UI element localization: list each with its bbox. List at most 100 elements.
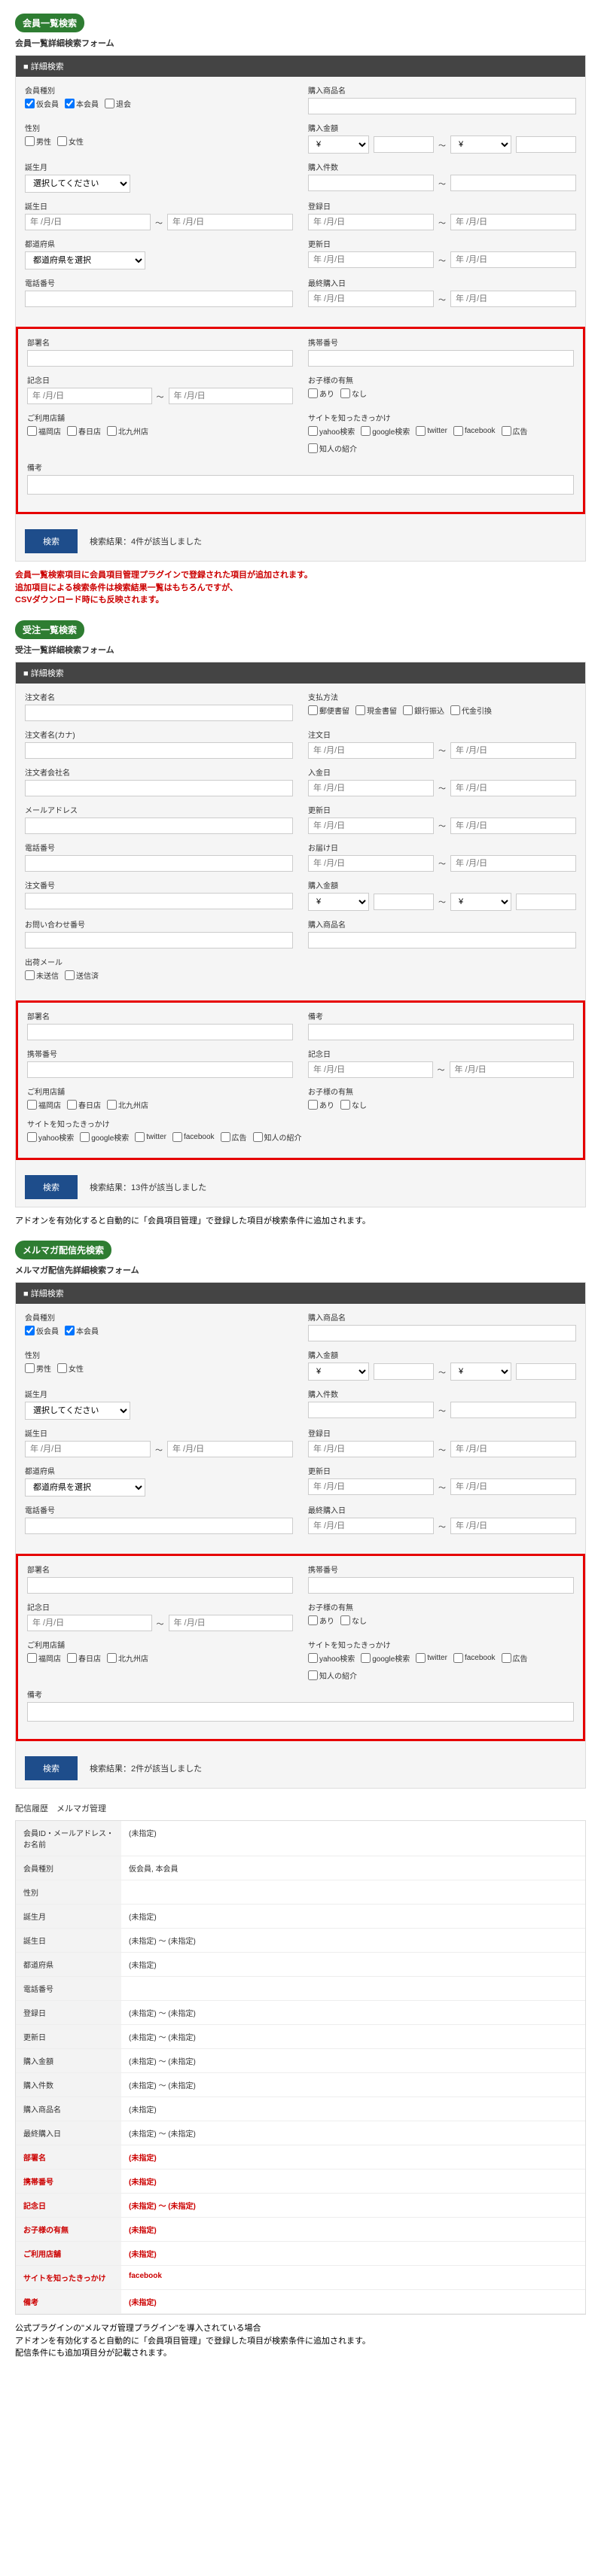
check-store-2[interactable]: 北九州店 (107, 1652, 148, 1664)
check-store-0[interactable]: 福岡店 (27, 425, 61, 437)
amount-currency-from[interactable]: ¥ (308, 135, 369, 154)
check-trigger-5[interactable]: 知人の紹介 (308, 443, 357, 454)
product-name-input[interactable] (308, 932, 576, 948)
remarks-input[interactable] (308, 1024, 574, 1040)
phone-input[interactable] (25, 291, 293, 307)
check-pay-1[interactable]: 現金書留 (355, 705, 397, 716)
check-trigger-3[interactable]: facebook (172, 1132, 215, 1142)
phone-input[interactable] (25, 855, 293, 872)
orderer-company-input[interactable] (25, 780, 293, 796)
check-store-0[interactable]: 福岡店 (27, 1099, 61, 1110)
update-to-input[interactable] (450, 818, 576, 834)
check-full-member[interactable]: 本会員 (65, 98, 99, 109)
shipdate-from-input[interactable] (308, 855, 434, 872)
register-to-input[interactable] (450, 1441, 576, 1457)
check-pay-0[interactable]: 郵便書留 (308, 705, 349, 716)
inquiry-no-input[interactable] (25, 932, 293, 948)
amount-from-input[interactable] (374, 136, 435, 153)
update-from-input[interactable] (308, 818, 434, 834)
phone-input[interactable] (25, 1518, 293, 1534)
update-from-input[interactable] (308, 251, 434, 268)
check-sent[interactable]: 送信済 (65, 970, 99, 981)
mobile-input[interactable] (27, 1061, 293, 1078)
check-pay-2[interactable]: 銀行振込 (403, 705, 444, 716)
check-store-1[interactable]: 春日店 (67, 425, 101, 437)
orderer-kana-input[interactable] (25, 742, 293, 759)
amount-from-input[interactable] (374, 1363, 435, 1380)
check-trigger-1[interactable]: google検索 (361, 425, 410, 437)
anniv-to-input[interactable] (450, 1061, 575, 1078)
search-button[interactable]: 検索 (25, 1175, 78, 1199)
prefecture-select[interactable]: 都道府県を選択 (25, 1478, 145, 1497)
check-children-no[interactable]: なし (340, 1615, 367, 1626)
count-from-input[interactable] (308, 175, 434, 191)
check-female[interactable]: 女性 (57, 1363, 84, 1374)
birth-month-select[interactable]: 選択してください (25, 1402, 130, 1420)
register-from-input[interactable] (308, 214, 434, 230)
check-trigger-2[interactable]: twitter (135, 1132, 166, 1142)
update-from-input[interactable] (308, 1478, 434, 1495)
product-name-input[interactable] (308, 98, 576, 114)
check-female[interactable]: 女性 (57, 135, 84, 147)
orderdate-from-input[interactable] (308, 742, 434, 759)
update-to-input[interactable] (450, 251, 576, 268)
update-to-input[interactable] (450, 1478, 576, 1495)
lastpurchase-to-input[interactable] (450, 1518, 576, 1534)
amount-to-input[interactable] (516, 1363, 577, 1380)
check-trigger-3[interactable]: facebook (453, 1653, 496, 1663)
check-trigger-1[interactable]: google検索 (80, 1131, 129, 1143)
check-store-1[interactable]: 春日店 (67, 1652, 101, 1664)
birthday-to-input[interactable] (167, 1441, 293, 1457)
birthday-to-input[interactable] (167, 214, 293, 230)
birth-month-select[interactable]: 選択してください (25, 175, 130, 193)
paydate-from-input[interactable] (308, 780, 434, 796)
check-pay-3[interactable]: 代金引換 (450, 705, 492, 716)
check-trigger-2[interactable]: twitter (416, 426, 447, 436)
check-children-no[interactable]: なし (340, 388, 367, 399)
birthday-from-input[interactable] (25, 1441, 151, 1457)
anniv-from-input[interactable] (27, 388, 152, 404)
check-trigger-3[interactable]: facebook (453, 426, 496, 436)
check-trigger-2[interactable]: twitter (416, 1653, 447, 1663)
paydate-to-input[interactable] (450, 780, 576, 796)
check-trigger-5[interactable]: 知人の紹介 (308, 1670, 357, 1681)
remarks-input[interactable] (27, 1702, 574, 1722)
amount-currency-from[interactable]: ¥ (308, 1363, 369, 1381)
check-trigger-4[interactable]: 広告 (502, 1652, 528, 1664)
shipdate-to-input[interactable] (450, 855, 576, 872)
department-input[interactable] (27, 1577, 293, 1594)
order-no-input[interactable] (25, 893, 293, 909)
amount-to-input[interactable] (516, 136, 577, 153)
amount-currency-from[interactable]: ¥ (308, 893, 369, 911)
email-input[interactable] (25, 818, 293, 834)
check-trigger-1[interactable]: google検索 (361, 1652, 410, 1664)
search-button[interactable]: 検索 (25, 1756, 78, 1780)
check-children-yes[interactable]: あり (308, 1615, 334, 1626)
anniv-from-input[interactable] (27, 1615, 152, 1631)
check-children-no[interactable]: なし (340, 1099, 367, 1110)
register-to-input[interactable] (450, 214, 576, 230)
product-name-input[interactable] (308, 1325, 576, 1341)
check-trigger-5[interactable]: 知人の紹介 (253, 1131, 302, 1143)
check-store-2[interactable]: 北九州店 (107, 425, 148, 437)
count-to-input[interactable] (450, 1402, 576, 1418)
mobile-input[interactable] (308, 350, 574, 367)
count-to-input[interactable] (450, 175, 576, 191)
anniv-to-input[interactable] (169, 1615, 294, 1631)
mobile-input[interactable] (308, 1577, 574, 1594)
department-input[interactable] (27, 1024, 293, 1040)
prefecture-select[interactable]: 都道府県を選択 (25, 251, 145, 269)
amount-currency-to[interactable]: ¥ (450, 1363, 511, 1381)
check-male[interactable]: 男性 (25, 135, 51, 147)
anniv-to-input[interactable] (169, 388, 294, 404)
lastpurchase-from-input[interactable] (308, 291, 434, 307)
anniv-from-input[interactable] (308, 1061, 433, 1078)
department-input[interactable] (27, 350, 293, 367)
register-from-input[interactable] (308, 1441, 434, 1457)
lastpurchase-to-input[interactable] (450, 291, 576, 307)
check-store-2[interactable]: 北九州店 (107, 1099, 148, 1110)
lastpurchase-from-input[interactable] (308, 1518, 434, 1534)
check-children-yes[interactable]: あり (308, 1099, 334, 1110)
birthday-from-input[interactable] (25, 214, 151, 230)
check-unsent[interactable]: 未送信 (25, 970, 59, 981)
